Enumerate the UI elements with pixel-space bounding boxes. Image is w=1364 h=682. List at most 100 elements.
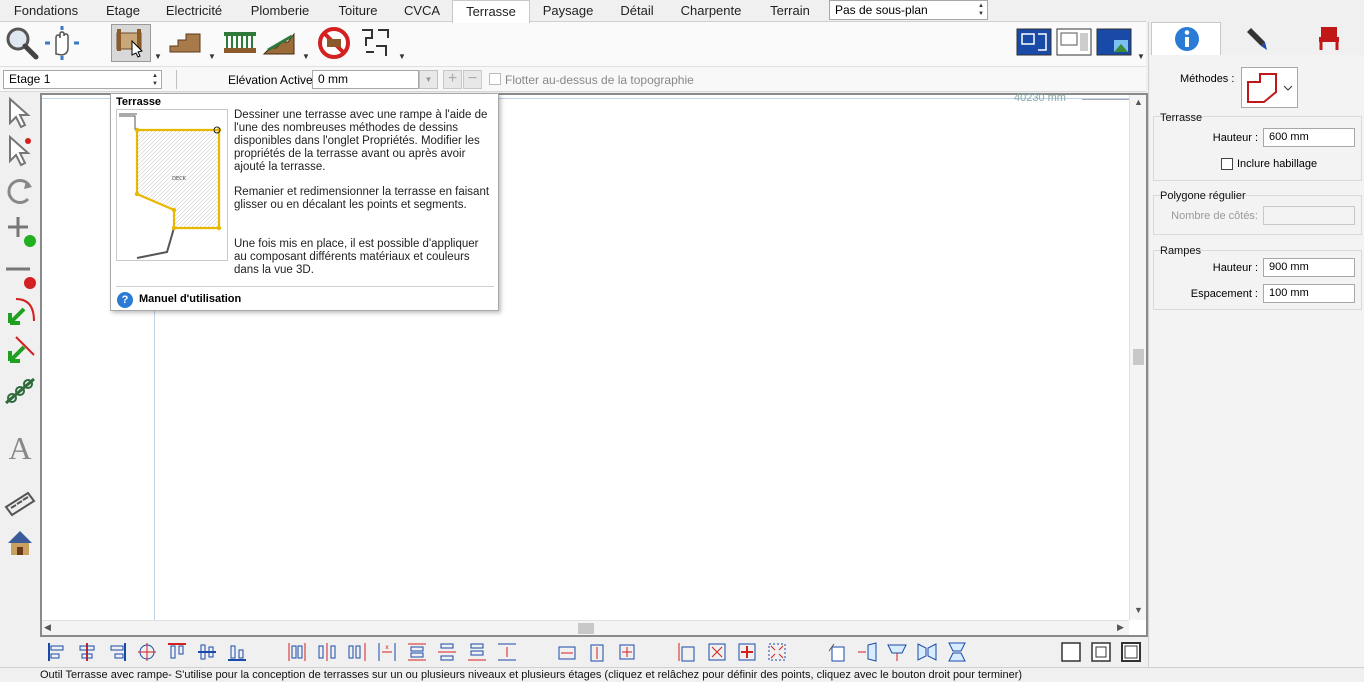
scroll-thumb[interactable] (578, 623, 594, 634)
stretch-in-icon[interactable] (766, 641, 788, 663)
minus-icon[interactable]: − (463, 70, 482, 89)
tab-terrain[interactable]: Terrain (760, 0, 820, 22)
frame-picture-icon[interactable] (1090, 641, 1112, 663)
help-icon[interactable]: ? (117, 292, 133, 308)
distribute-v-icon[interactable] (406, 641, 428, 663)
stretch-center-icon[interactable] (736, 641, 758, 663)
deck-stairs-icon[interactable] (166, 24, 206, 62)
resize-both-icon[interactable] (616, 641, 638, 663)
house-view-icon[interactable] (2, 525, 38, 563)
include-trim-checkbox[interactable] (1221, 158, 1233, 170)
deck-stair-tool-icon[interactable] (260, 24, 300, 62)
space-h-icon[interactable]: x (376, 641, 398, 663)
chamfer-icon[interactable] (2, 331, 38, 369)
text-tool-icon[interactable]: A (2, 429, 38, 475)
layout-view-icon[interactable] (1054, 24, 1094, 62)
tab-plomberie[interactable]: Plomberie (240, 0, 320, 22)
rotate-icon[interactable] (2, 173, 38, 211)
distribute-hr-icon[interactable] (346, 641, 368, 663)
chevron-right-icon[interactable]: ▶ (1117, 622, 1124, 633)
separator (116, 286, 494, 287)
tab-detail[interactable]: Détail (610, 0, 664, 22)
spin-up-icon[interactable]: ▲ (977, 2, 985, 10)
tab-fondations[interactable]: Fondations (4, 0, 88, 22)
rampes-spacing-input[interactable]: 100 mm (1263, 284, 1355, 303)
mirror-h-icon[interactable] (916, 641, 938, 663)
tab-terrasse[interactable]: Terrasse (452, 0, 530, 23)
tab-electricite[interactable]: Electricité (158, 0, 230, 22)
tab-etage[interactable]: Etage (95, 0, 151, 22)
tab-pen[interactable] (1223, 22, 1293, 55)
select-arrow-icon[interactable] (2, 95, 38, 133)
fillet-arc-icon[interactable] (2, 293, 38, 331)
spin-up-icon[interactable]: ▲ (151, 72, 159, 80)
level-select[interactable]: Etage 1 ▲ ▼ (3, 70, 162, 89)
stretch-out-icon[interactable] (706, 641, 728, 663)
distribute-vb-icon[interactable] (466, 641, 488, 663)
space-v-icon[interactable] (496, 641, 518, 663)
framing-icon[interactable] (356, 24, 396, 62)
subplan-select[interactable]: Pas de sous-plan ▲ ▼ (829, 0, 988, 20)
tab-chair[interactable] (1295, 22, 1363, 55)
rampes-height-input[interactable]: 900 mm (1263, 258, 1355, 277)
chevron-down-icon[interactable]: ▼ (208, 52, 216, 61)
distribute-h-icon[interactable] (286, 641, 308, 663)
distribute-vc-icon[interactable] (436, 641, 458, 663)
float-checkbox[interactable] (489, 73, 501, 85)
chevron-up-icon[interactable]: ▲ (1134, 97, 1143, 107)
move-front-icon[interactable] (856, 641, 878, 663)
frame-single-icon[interactable] (1060, 641, 1082, 663)
select-edit-icon[interactable] (2, 133, 38, 171)
chevron-down-icon[interactable]: ▼ (419, 70, 438, 89)
hand-pan-icon[interactable] (42, 24, 82, 62)
elevation-input[interactable]: 0 mm (312, 70, 419, 89)
user-manual-link[interactable]: Manuel d'utilisation (139, 293, 241, 305)
chevron-down-icon[interactable]: ▼ (1137, 52, 1145, 61)
spin-down-icon[interactable]: ▼ (977, 10, 985, 18)
distribute-hc-icon[interactable] (316, 641, 338, 663)
tab-paysage[interactable]: Paysage (534, 0, 602, 22)
stretch-v-icon[interactable] (676, 641, 698, 663)
break-line-icon[interactable] (2, 373, 38, 411)
move-top-icon[interactable] (886, 641, 908, 663)
tab-info[interactable] (1151, 22, 1221, 55)
terrasse-height-input[interactable]: 600 mm (1263, 128, 1355, 147)
add-point-icon[interactable] (2, 211, 38, 249)
spin-down-icon[interactable]: ▼ (151, 80, 159, 88)
scroll-thumb[interactable] (1133, 349, 1144, 365)
polygon-sides-input[interactable] (1263, 206, 1355, 225)
align-vcenter-icon[interactable] (196, 641, 218, 663)
align-bottom-icon[interactable] (226, 641, 248, 663)
chevron-down-icon[interactable]: ▼ (1134, 605, 1143, 615)
no-deck-icon[interactable] (314, 24, 354, 62)
rampes-group-title: Rampes (1160, 245, 1201, 257)
remove-point-icon[interactable] (2, 253, 38, 291)
chevron-left-icon[interactable]: ◀ (44, 622, 51, 633)
horizontal-scrollbar[interactable]: ◀ ▶ (42, 620, 1129, 635)
plus-icon[interactable]: + (443, 70, 462, 89)
align-center-icon[interactable] (76, 641, 98, 663)
deck-tool-icon[interactable] (111, 24, 151, 62)
camera-view-icon[interactable] (1094, 24, 1134, 62)
chevron-down-icon[interactable]: ▼ (302, 52, 310, 61)
resize-width-icon[interactable] (556, 641, 578, 663)
tab-charpente[interactable]: Charpente (672, 0, 750, 22)
frame-double-icon[interactable] (1120, 641, 1142, 663)
copy-page-icon[interactable] (826, 641, 848, 663)
mirror-v-icon[interactable] (946, 641, 968, 663)
align-right-icon[interactable] (106, 641, 128, 663)
align-top-icon[interactable] (166, 641, 188, 663)
methods-select[interactable] (1241, 67, 1298, 108)
align-middle-icon[interactable] (136, 641, 158, 663)
align-left-icon[interactable] (46, 641, 68, 663)
chevron-down-icon[interactable]: ▼ (154, 52, 162, 61)
chevron-down-icon[interactable]: ▼ (398, 52, 406, 61)
resize-height-icon[interactable] (586, 641, 608, 663)
film-camera-icon[interactable] (2, 485, 38, 523)
floor-plan-view-icon[interactable] (1014, 24, 1054, 62)
tab-toiture[interactable]: Toiture (328, 0, 388, 22)
vertical-scrollbar[interactable]: ▲ ▼ (1129, 95, 1146, 620)
magnifier-icon[interactable] (2, 24, 42, 62)
railing-icon[interactable] (220, 24, 260, 62)
tab-cvca[interactable]: CVCA (396, 0, 448, 22)
